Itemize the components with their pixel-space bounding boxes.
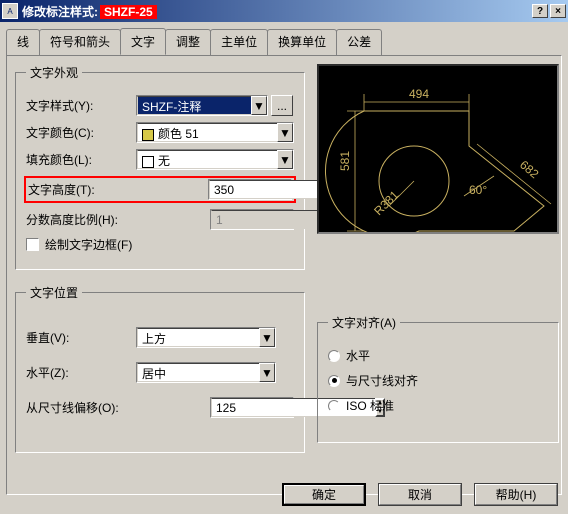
help-button[interactable]: ?	[532, 4, 548, 18]
combo-horizontal[interactable]: 居中 ▼	[136, 362, 276, 383]
spinner-text-height[interactable]: ▲▼	[208, 179, 292, 200]
color-swatch	[142, 156, 154, 168]
preview-pane: 494 581 682 60° R381	[317, 64, 559, 234]
label-fill-color: 填充颜色(L):	[26, 151, 136, 168]
combo-text-color-value: 颜色 51	[137, 123, 277, 142]
app-icon: A	[2, 3, 18, 19]
radio-icon	[328, 350, 340, 362]
dim-right: 682	[517, 158, 542, 182]
label-text-style: 文字样式(Y):	[26, 97, 136, 114]
label-draw-frame: 绘制文字边框(F)	[45, 236, 132, 253]
ok-button[interactable]: 确定	[282, 483, 366, 506]
combo-fill-color-value: 无	[137, 150, 277, 169]
tab-panel: 文字外观 文字样式(Y): SHZF-注释 ▼ ... 文字颜色(C): 颜色 …	[6, 55, 562, 495]
spinner-fraction-scale: ▲▼	[210, 209, 294, 230]
title-highlight: SHZF-25	[100, 5, 157, 19]
legend-position: 文字位置	[26, 284, 82, 301]
tab-alt-units[interactable]: 换算单位	[267, 29, 337, 56]
combo-text-color[interactable]: 颜色 51 ▼	[136, 122, 294, 143]
legend-alignment: 文字对齐(A)	[328, 314, 400, 331]
radio-iso-label: ISO 标准	[346, 397, 394, 414]
combo-vertical[interactable]: 上方 ▼	[136, 327, 276, 348]
label-fraction-scale: 分数高度比例(H):	[26, 211, 166, 228]
cancel-button[interactable]: 取消	[378, 483, 462, 506]
radio-aligned-label: 与尺寸线对齐	[346, 372, 418, 389]
tab-symbols[interactable]: 符号和箭头	[39, 29, 121, 56]
group-appearance: 文字外观 文字样式(Y): SHZF-注释 ▼ ... 文字颜色(C): 颜色 …	[15, 64, 305, 270]
label-text-color: 文字颜色(C):	[26, 124, 136, 141]
combo-horizontal-value: 居中	[137, 363, 259, 382]
chevron-down-icon[interactable]: ▼	[259, 363, 275, 382]
radio-horizontal-label: 水平	[346, 347, 370, 364]
chevron-down-icon[interactable]: ▼	[251, 96, 267, 115]
chevron-down-icon[interactable]: ▼	[277, 150, 293, 169]
tab-tolerance[interactable]: 公差	[336, 29, 382, 56]
radio-aligned[interactable]: 与尺寸线对齐	[328, 372, 548, 389]
dialog-buttons: 确定 取消 帮助(H)	[282, 483, 558, 506]
label-offset: 从尺寸线偏移(O):	[26, 399, 156, 416]
tab-fit[interactable]: 调整	[165, 29, 211, 56]
radio-dot-icon	[332, 378, 337, 383]
titlebar: A 修改标注样式:SHZF-25 ? ×	[0, 0, 568, 22]
combo-fill-color[interactable]: 无 ▼	[136, 149, 294, 170]
combo-vertical-value: 上方	[137, 328, 259, 347]
help-button[interactable]: 帮助(H)	[474, 483, 558, 506]
close-button[interactable]: ×	[550, 4, 566, 18]
tab-text[interactable]: 文字	[120, 28, 166, 55]
tab-strip: 线 符号和箭头 文字 调整 主单位 换算单位 公差	[0, 22, 568, 55]
checkbox-draw-frame[interactable]	[26, 238, 39, 251]
radio-iso[interactable]: ISO 标准	[328, 397, 548, 414]
combo-text-style[interactable]: SHZF-注释 ▼	[136, 95, 268, 116]
label-vertical: 垂直(V):	[26, 329, 136, 346]
group-position: 文字位置 垂直(V): 上方 ▼ 水平(Z): 居中 ▼ 从	[15, 284, 305, 453]
radio-horizontal[interactable]: 水平	[328, 347, 548, 364]
radio-icon	[328, 400, 340, 412]
color-swatch	[142, 129, 154, 141]
dim-top: 494	[409, 87, 429, 101]
label-text-height: 文字高度(T):	[28, 181, 138, 198]
dim-angle: 60°	[469, 183, 487, 197]
spinner-offset[interactable]: ▲▼	[210, 397, 294, 418]
tab-lines[interactable]: 线	[6, 29, 40, 56]
button-text-style-more[interactable]: ...	[271, 95, 293, 116]
chevron-down-icon[interactable]: ▼	[277, 123, 293, 142]
dim-radius: R381	[371, 188, 401, 218]
group-alignment: 文字对齐(A) 水平 与尺寸线对齐 ISO 标准	[317, 314, 559, 443]
legend-appearance: 文字外观	[26, 64, 82, 81]
tab-primary-units[interactable]: 主单位	[210, 29, 268, 56]
label-horizontal: 水平(Z):	[26, 364, 136, 381]
combo-text-style-value: SHZF-注释	[137, 96, 251, 115]
window-title: 修改标注样式:SHZF-25	[22, 3, 157, 20]
dim-left: 581	[338, 151, 352, 171]
radio-icon	[328, 375, 340, 387]
chevron-down-icon[interactable]: ▼	[259, 328, 275, 347]
